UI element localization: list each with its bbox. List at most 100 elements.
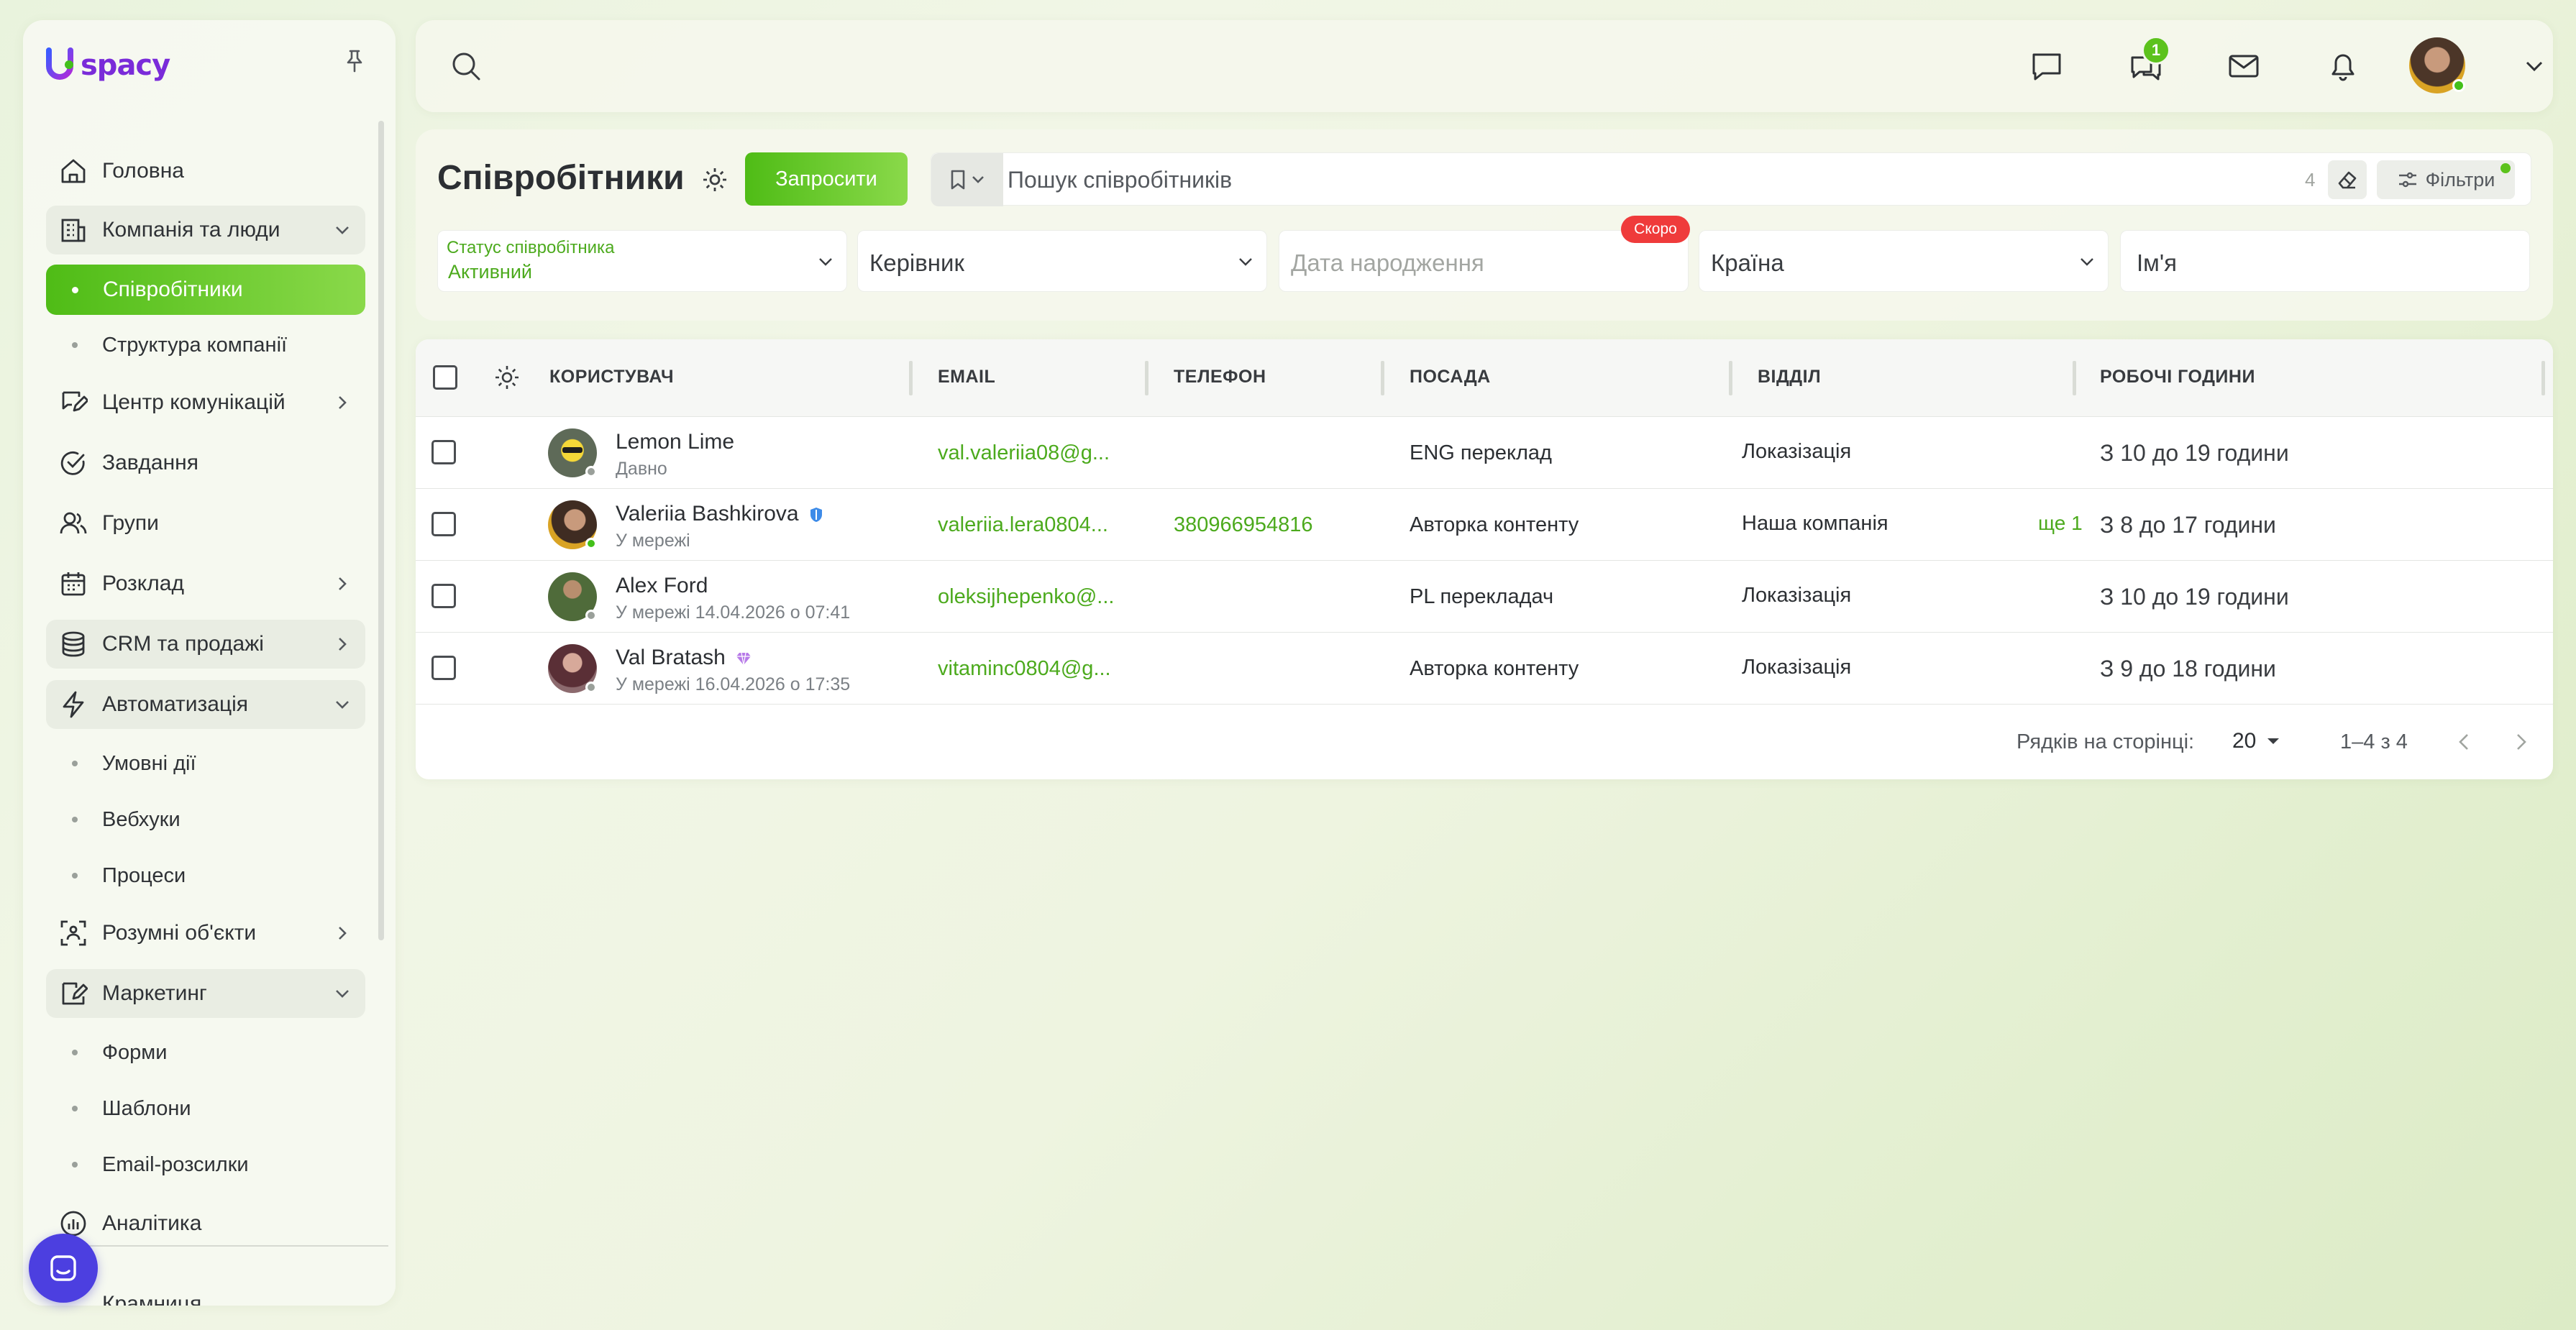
online-status-indicator <box>2452 79 2465 92</box>
message-icon[interactable] <box>2028 47 2065 85</box>
sidebar-item-email-campaigns[interactable]: Email-розсилки <box>46 1142 365 1188</box>
sidebar-item-label: Email-розсилки <box>102 1152 249 1176</box>
sidebar-item-company-structure[interactable]: Структура компанії <box>46 322 365 368</box>
filters-button[interactable]: Фільтри <box>2377 160 2515 199</box>
sidebar-item-schedule[interactable]: Розклад <box>46 559 365 608</box>
mail-icon[interactable] <box>2225 47 2262 85</box>
table-row[interactable]: Valeriia Bashkirova У мережі valeriia.le… <box>416 489 2553 561</box>
column-header-department[interactable]: ВІДДІЛ <box>1758 367 1821 387</box>
chevron-down-icon <box>331 693 354 716</box>
sidebar-item-label: Головна <box>102 159 184 183</box>
previous-page-icon[interactable] <box>2448 726 2480 758</box>
column-header-phone[interactable]: ТЕЛЕФОН <box>1174 367 1266 387</box>
bell-icon[interactable] <box>2324 47 2362 85</box>
column-resize-handle[interactable] <box>909 361 913 395</box>
column-header-position[interactable]: ПОСАДА <box>1410 367 1491 387</box>
row-checkbox[interactable] <box>431 440 456 464</box>
table-row[interactable]: Alex Ford У мережі 14.04.2026 о 07:41 ol… <box>416 561 2553 633</box>
country-select[interactable]: Країна <box>1699 230 2109 292</box>
sidebar-item-employees[interactable]: Співробітники <box>46 265 365 315</box>
column-header-email[interactable]: EMAIL <box>938 367 995 387</box>
lightning-icon <box>58 689 89 720</box>
column-header-hours[interactable]: РОБОЧІ ГОДИНИ <box>2100 367 2255 387</box>
status-select[interactable]: Статус співробітника Активний <box>437 230 847 292</box>
user-name[interactable]: Valeriia Bashkirova <box>616 502 823 526</box>
sidebar-item-home[interactable]: Головна <box>46 147 365 196</box>
pin-icon[interactable] <box>339 46 370 76</box>
sidebar-item-tasks[interactable]: Завдання <box>46 439 365 487</box>
sidebar-scrollbar[interactable] <box>378 121 384 940</box>
select-all-checkbox[interactable] <box>433 365 457 390</box>
user-email[interactable]: val.valeriia08@g... <box>938 441 1110 465</box>
column-resize-handle[interactable] <box>1145 361 1148 395</box>
sidebar-item-label: Розумні об'єкти <box>102 921 257 945</box>
rows-per-page-value: 20 <box>2232 729 2257 753</box>
sidebar-item-webhooks[interactable]: Вебхуки <box>46 797 365 843</box>
user-name[interactable]: Alex Ford <box>616 574 708 598</box>
invite-button[interactable]: Запросити <box>745 152 908 206</box>
user-department: Локазізація <box>1742 440 1852 463</box>
sidebar-item-processes[interactable]: Процеси <box>46 853 365 899</box>
sidebar-item-company[interactable]: Компанія та люди <box>46 206 365 254</box>
logo[interactable]: spacy <box>45 46 170 85</box>
user-position: ENG переклад <box>1410 441 1552 464</box>
chevron-down-icon[interactable] <box>2516 47 2553 85</box>
employee-search-input[interactable] <box>1008 153 2230 206</box>
column-resize-handle[interactable] <box>1729 361 1732 395</box>
user-phone[interactable]: 380966954816 <box>1174 513 1313 537</box>
home-icon <box>58 155 89 187</box>
sidebar-item-label: Процеси <box>102 863 186 887</box>
status-select-value: Активний <box>448 261 532 283</box>
manager-select[interactable]: Керівник <box>857 230 1267 292</box>
column-resize-handle[interactable] <box>2073 361 2076 395</box>
user-department: Локазізація <box>1742 584 1852 607</box>
rows-per-page-select[interactable]: 20 <box>2232 729 2280 753</box>
result-count: 4 <box>2305 169 2316 191</box>
column-resize-handle[interactable] <box>2541 361 2545 395</box>
user-email[interactable]: vitaminc0804@g... <box>938 657 1111 681</box>
sidebar-item-automation[interactable]: Автоматизація <box>46 680 365 729</box>
sidebar-item-label: Вебхуки <box>102 807 181 831</box>
column-header-user[interactable]: КОРИСТУВАЧ <box>549 367 674 387</box>
sidebar-item-smart-objects[interactable]: Розумні об'єкти <box>46 909 365 958</box>
sidebar: spacy Головна Компанія та люди Співробіт… <box>23 20 396 1306</box>
user-status: У мережі 14.04.2026 о 07:41 <box>616 602 851 623</box>
soon-badge: Скоро <box>1621 216 1690 243</box>
search-bar: 4 Фільтри <box>931 152 2531 206</box>
user-name[interactable]: Lemon Lime <box>616 430 734 454</box>
settings-gear-icon[interactable] <box>699 164 731 196</box>
name-field[interactable]: Ім'я <box>2120 230 2530 292</box>
sidebar-item-communications[interactable]: Центр комунікацій <box>46 378 365 427</box>
chevron-right-icon <box>331 633 354 656</box>
saved-filters-button[interactable] <box>931 153 1003 206</box>
sidebar-item-analytics[interactable]: Аналітика <box>46 1199 365 1248</box>
sidebar-item-marketing[interactable]: Маркетинг <box>46 969 365 1018</box>
search-icon[interactable] <box>447 47 485 85</box>
row-checkbox[interactable] <box>431 512 456 536</box>
next-page-icon[interactable] <box>2506 726 2537 758</box>
users-icon <box>58 508 89 539</box>
support-chat-button[interactable] <box>29 1234 98 1303</box>
sidebar-item-groups[interactable]: Групи <box>46 499 365 548</box>
column-settings-icon[interactable] <box>493 364 522 393</box>
table-row[interactable]: Lemon Lime Давно val.valeriia08@g... ENG… <box>416 417 2553 489</box>
sidebar-item-templates[interactable]: Шаблони <box>46 1086 365 1132</box>
shield-icon <box>810 508 822 523</box>
sidebar-item-conditional-actions[interactable]: Умовні дії <box>46 740 365 786</box>
row-checkbox[interactable] <box>431 584 456 608</box>
sidebar-item-label: Крамниця <box>102 1292 202 1306</box>
sidebar-item-forms[interactable]: Форми <box>46 1029 365 1076</box>
row-checkbox[interactable] <box>431 656 456 680</box>
user-email[interactable]: oleksijhepenko@... <box>938 585 1114 609</box>
clear-search-icon[interactable] <box>2328 160 2367 199</box>
rows-per-page-label: Рядків на сторінці: <box>2017 730 2195 753</box>
sidebar-item-crm[interactable]: CRM та продажі <box>46 620 365 669</box>
column-resize-handle[interactable] <box>1381 361 1384 395</box>
user-email[interactable]: valeriia.lera0804... <box>938 513 1108 537</box>
table-row[interactable]: Val Bratash У мережі 16.04.2026 о 17:35 … <box>416 633 2553 705</box>
chat-badge: 1 <box>2142 36 2170 65</box>
logo-mark-icon <box>45 47 78 83</box>
employees-table: КОРИСТУВАЧ EMAIL ТЕЛЕФОН ПОСАДА ВІДДІЛ Р… <box>416 339 2553 779</box>
more-departments-link[interactable]: ще 1 <box>2038 512 2083 535</box>
user-name[interactable]: Val Bratash <box>616 646 752 670</box>
